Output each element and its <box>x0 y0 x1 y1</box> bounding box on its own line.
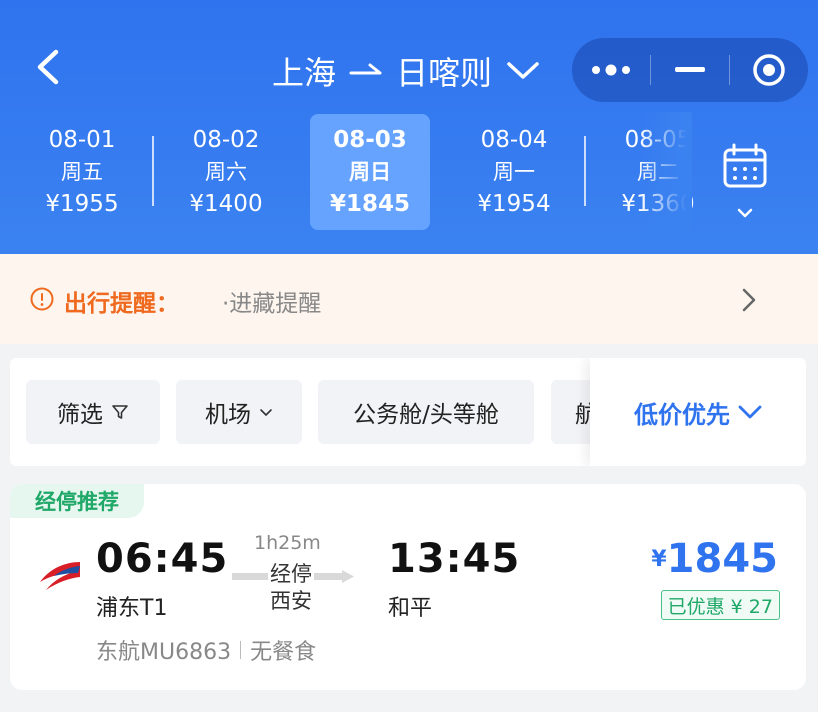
close-miniprogram-button[interactable] <box>730 38 808 102</box>
weekday-label: 周一 <box>493 160 535 184</box>
info-icon <box>30 287 54 311</box>
flight-info: 东航MU6863 无餐食 <box>96 634 316 666</box>
travel-reminder-bar[interactable]: 出行提醒： ·进藏提醒 <box>0 254 818 344</box>
date-label: 08-04 <box>480 127 548 153</box>
minimize-button[interactable] <box>651 38 729 102</box>
cabin-filter-button[interactable]: 公务舱/头等舱 <box>318 380 534 444</box>
sort-dropdown[interactable]: 低价优先 <box>590 358 806 466</box>
reminder-text: ·进藏提醒 <box>222 291 322 317</box>
stopover-recommend-tag: 经停推荐 <box>10 484 144 518</box>
airport-label: 机场 <box>205 402 251 428</box>
filter-button[interactable]: 筛选 <box>26 380 160 444</box>
airline-flight-number: 东航MU6863 <box>96 640 232 665</box>
departure-airport: 浦东T1 <box>96 596 168 621</box>
date-item-0802[interactable]: 08-02 周六 ¥1400 <box>166 114 286 230</box>
weekday-label: 周五 <box>61 160 103 184</box>
meal-info: 无餐食 <box>250 640 317 665</box>
more-button[interactable] <box>572 38 650 102</box>
arrival-time: 13:45 <box>388 536 521 582</box>
date-strip-fade <box>640 112 692 232</box>
date-item-0801[interactable]: 08-01 周五 ¥1955 <box>22 114 142 230</box>
date-item-0804[interactable]: 08-04 周一 ¥1954 <box>454 114 574 230</box>
route-arrow-icon <box>349 63 382 75</box>
sort-label: 低价优先 <box>634 400 730 429</box>
filter-bar: 筛选 机场 公务舱/头等舱 航 低价优先 <box>10 358 806 466</box>
destination-city: 日喀则 <box>396 54 493 92</box>
weekday-label: 周日 <box>349 160 391 184</box>
stopover-label: 经停 <box>268 558 314 588</box>
route-title[interactable]: 上海 日喀则 <box>272 46 540 96</box>
date-price: ¥1400 <box>189 191 263 217</box>
origin-city: 上海 <box>272 54 337 92</box>
chevron-right-icon[interactable] <box>738 286 760 314</box>
header: 上海 日喀则 08-01 周五 ¥1955 08-02 周六 ¥1400 08-… <box>0 0 818 254</box>
date-price: ¥1954 <box>477 191 551 217</box>
date-label: 08-03 <box>333 127 407 153</box>
departure-time: 06:45 <box>96 536 229 582</box>
minus-icon <box>675 67 705 72</box>
arrival-airport: 和平 <box>388 596 433 621</box>
back-button[interactable] <box>28 44 68 90</box>
date-label: 08-01 <box>48 127 116 153</box>
airport-filter-button[interactable]: 机场 <box>176 380 302 444</box>
date-price: ¥1845 <box>329 191 411 217</box>
stopover-city: 西安 <box>270 589 312 613</box>
china-eastern-logo-icon <box>40 562 80 590</box>
flight-card[interactable]: 经停推荐 06:45 浦东T1 1h25m 经停 西安 13:45 和平 ¥18… <box>10 484 806 690</box>
calendar-button[interactable] <box>700 140 790 230</box>
filter-label: 筛选 <box>57 402 103 428</box>
date-divider <box>584 136 586 206</box>
more-dots-icon <box>592 64 630 76</box>
chevron-down-icon <box>260 409 272 416</box>
cabin-label: 公务舱/头等舱 <box>353 402 499 428</box>
flight-duration: 1h25m <box>254 532 321 554</box>
reminder-label: 出行提醒： <box>64 291 179 317</box>
date-selector: 08-01 周五 ¥1955 08-02 周六 ¥1400 08-03 周日 ¥… <box>0 112 695 232</box>
discount-badge: 已优惠 ¥ 27 <box>660 590 780 620</box>
date-item-0803[interactable]: 08-03 周日 ¥1845 <box>310 114 430 230</box>
date-label: 08-02 <box>192 127 260 153</box>
mini-program-capsule <box>572 38 808 102</box>
calendar-icon <box>723 143 767 218</box>
info-divider <box>240 641 242 659</box>
flight-price: ¥1845 <box>651 536 778 582</box>
chevron-left-icon <box>37 49 59 85</box>
price-value: 1845 <box>666 536 778 582</box>
currency-symbol: ¥ <box>651 547 667 572</box>
target-close-icon <box>753 54 785 86</box>
date-divider <box>152 136 154 206</box>
chevron-down-icon <box>738 405 762 419</box>
date-price: ¥1955 <box>45 191 119 217</box>
funnel-icon <box>112 405 128 419</box>
chevron-down-icon <box>507 62 539 79</box>
weekday-label: 周六 <box>205 160 247 184</box>
